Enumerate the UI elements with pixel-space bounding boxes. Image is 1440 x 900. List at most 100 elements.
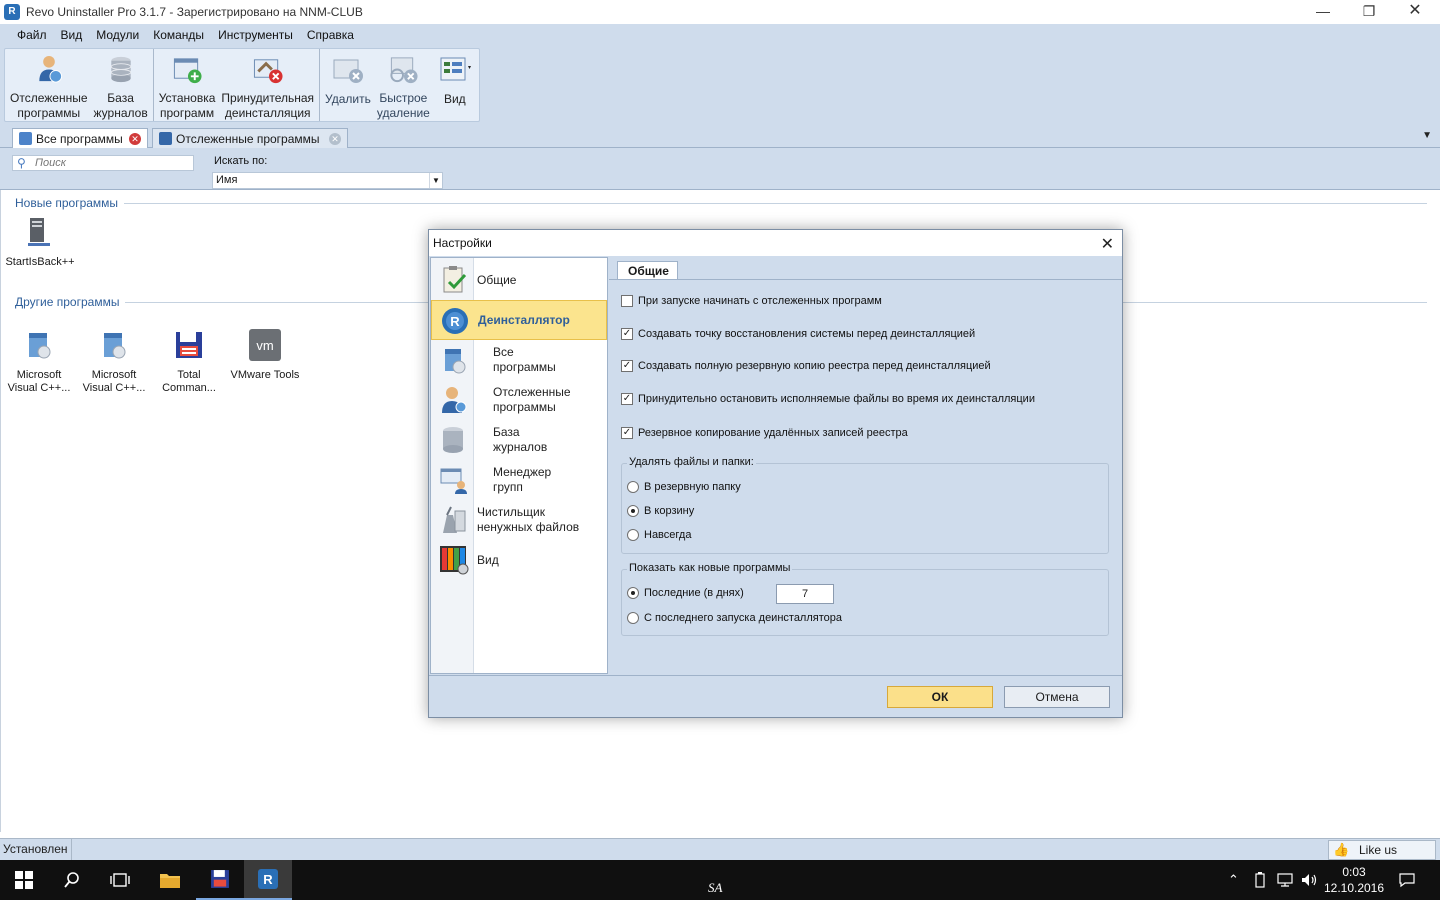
- option-create-restore-point[interactable]: ✓ Создавать точку восстановления системы…: [621, 328, 975, 340]
- quick-uninstall-button[interactable]: Быстрое удаление: [374, 49, 433, 121]
- program-item[interactable]: Microsoft Visual C++...: [1, 316, 77, 395]
- program-item[interactable]: vm VMware Tools: [227, 316, 303, 382]
- program-item[interactable]: Total Comman...: [151, 316, 227, 395]
- speech-bubble-shape: [1399, 873, 1415, 888]
- tab-traced-programs[interactable]: Отслеженные программы ✕: [152, 128, 348, 148]
- nav-logs-database[interactable]: База журналов: [431, 420, 607, 460]
- uninstall-button[interactable]: Удалить: [322, 49, 374, 121]
- radio-since-last-run[interactable]: С последнего запуска деинсталлятора: [627, 612, 842, 624]
- close-button[interactable]: ✕: [1392, 0, 1438, 24]
- nav-junk-cleaner[interactable]: Чистильщик ненужных файлов: [431, 500, 607, 540]
- search-taskbar-button[interactable]: [48, 860, 96, 900]
- speaker-shape: [1302, 874, 1317, 886]
- search-bar: ⚲ Искать по: Имя ▼: [0, 148, 1440, 190]
- maximize-button[interactable]: ❐: [1346, 0, 1392, 24]
- search-box: ⚲: [12, 155, 194, 171]
- svg-text:R: R: [263, 872, 273, 887]
- checkbox-checked[interactable]: ✓: [621, 393, 633, 405]
- menu-file[interactable]: Файл: [10, 28, 54, 42]
- tab-all-programs[interactable]: Все программы ✕: [12, 128, 148, 148]
- tab-general[interactable]: Общие: [617, 261, 678, 280]
- nav-traced-programs[interactable]: Отслеженные программы: [431, 380, 607, 420]
- dialog-close-icon[interactable]: ✕: [1101, 234, 1114, 254]
- search-input[interactable]: [35, 157, 185, 169]
- cancel-button[interactable]: Отмена: [1004, 686, 1110, 708]
- logs-database-button[interactable]: База журналов: [91, 49, 151, 121]
- menu-modules[interactable]: Модули: [89, 28, 146, 42]
- revo-taskbar-button[interactable]: R: [244, 860, 292, 900]
- program-item[interactable]: StartIsBack++: [2, 216, 78, 269]
- radio-button[interactable]: [627, 612, 639, 624]
- total-commander-taskbar-button[interactable]: [196, 860, 244, 900]
- install-programs-button[interactable]: Установка программ: [156, 49, 219, 121]
- menu-help[interactable]: Справка: [300, 28, 361, 42]
- radio-button[interactable]: [627, 481, 639, 493]
- notifications-icon[interactable]: [1398, 860, 1416, 900]
- close-tab-icon[interactable]: ✕: [329, 132, 341, 145]
- menu-commands[interactable]: Команды: [146, 28, 211, 42]
- startisback-icon: [28, 218, 50, 246]
- like-us-button[interactable]: 👍 Like us: [1328, 840, 1436, 860]
- ribbon-group-tools: Отслеженные программы База журналов: [5, 49, 154, 121]
- search-icon: ⚲: [17, 156, 26, 170]
- option-force-stop-executables[interactable]: ✓ Принудительно остановить исполняемые ф…: [621, 393, 1035, 405]
- radio-button[interactable]: [627, 529, 639, 541]
- start-button[interactable]: [0, 860, 48, 900]
- traced-programs-button[interactable]: Отслеженные программы: [7, 49, 91, 121]
- program-item[interactable]: Microsoft Visual C++...: [76, 316, 152, 395]
- close-tab-icon[interactable]: ✕: [129, 132, 141, 145]
- radio-button-selected[interactable]: [627, 505, 639, 517]
- minimize-button[interactable]: —: [1300, 0, 1346, 24]
- forced-uninstall-icon: [253, 59, 283, 84]
- vcredist-icon: [104, 333, 126, 359]
- color-grid-icon: [440, 546, 469, 575]
- clock[interactable]: 0:03 12.10.2016: [1322, 864, 1386, 896]
- tabs-dropdown-icon[interactable]: ▼: [1422, 130, 1432, 141]
- ok-button[interactable]: ОК: [887, 686, 993, 708]
- battery-icon[interactable]: [1254, 860, 1266, 900]
- status-bar: Установлен 👍 Like us: [0, 838, 1440, 860]
- checkbox-checked[interactable]: ✓: [621, 328, 633, 340]
- file-explorer-button[interactable]: [146, 860, 194, 900]
- search-icon: [64, 872, 79, 888]
- menu-bar: Файл Вид Модули Команды Инструменты Спра…: [0, 24, 1440, 46]
- radio-button-selected[interactable]: [627, 587, 639, 599]
- nav-all-programs[interactable]: Все программы: [431, 340, 607, 380]
- search-by-select[interactable]: Имя ▼: [212, 172, 443, 189]
- forced-uninstall-button[interactable]: Принудительная деинсталляция: [218, 49, 317, 121]
- group-manager-icon: [440, 468, 467, 494]
- windows-logo-icon: [15, 871, 33, 889]
- status-text: Установлен: [0, 839, 72, 860]
- option-full-registry-backup[interactable]: ✓ Создавать полную резервную копию реест…: [621, 360, 991, 372]
- nav-general[interactable]: Общие: [431, 260, 607, 300]
- volume-icon[interactable]: [1300, 860, 1318, 900]
- revo-uninstaller-icon: R: [258, 869, 278, 889]
- nav-uninstaller[interactable]: R Деинсталлятор: [431, 300, 607, 340]
- delete-files-group: Удалять файлы и папки: В резервную папку…: [621, 456, 1109, 554]
- vcredist-icon: [29, 333, 51, 359]
- radio-recycle-bin[interactable]: В корзину: [627, 505, 694, 517]
- option-backup-deleted-registry[interactable]: ✓ Резервное копирование удалённых записе…: [621, 427, 908, 439]
- ribbon-group-install: Установка программ Принудительная деинст…: [154, 49, 321, 121]
- tray-chevron-up-icon[interactable]: ⌃: [1228, 860, 1239, 900]
- task-view-button[interactable]: [96, 860, 144, 900]
- checkbox-checked[interactable]: ✓: [621, 360, 633, 372]
- radio-backup-folder[interactable]: В резервную папку: [627, 481, 741, 493]
- menu-tools[interactable]: Инструменты: [211, 28, 300, 42]
- nav-view[interactable]: Вид: [431, 540, 607, 580]
- ribbon-toolbar: Отслеженные программы База журналов Уста…: [4, 48, 480, 122]
- checkbox-checked[interactable]: ✓: [621, 427, 633, 439]
- menu-view[interactable]: Вид: [54, 28, 90, 42]
- radio-permanently[interactable]: Навсегда: [627, 529, 691, 541]
- ribbon-group-remove: Удалить Быстрое удаление Вид: [320, 49, 479, 121]
- option-start-with-traced[interactable]: При запуске начинать с отслеженных прогр…: [621, 295, 882, 307]
- days-input[interactable]: 7: [776, 584, 834, 604]
- window-title: Revo Uninstaller Pro 3.1.7 - Зарегистрир…: [26, 5, 363, 19]
- dialog-body: Общие R Деинсталлятор Все программы Отсл…: [429, 256, 1122, 717]
- view-mode-button[interactable]: Вид: [433, 49, 477, 121]
- floppy-disk-icon: [211, 870, 229, 888]
- network-icon[interactable]: [1276, 860, 1294, 900]
- nav-group-manager[interactable]: Менеджер групп: [431, 460, 607, 500]
- checkbox[interactable]: [621, 295, 633, 307]
- radio-last-days[interactable]: Последние (в днях): [627, 587, 744, 599]
